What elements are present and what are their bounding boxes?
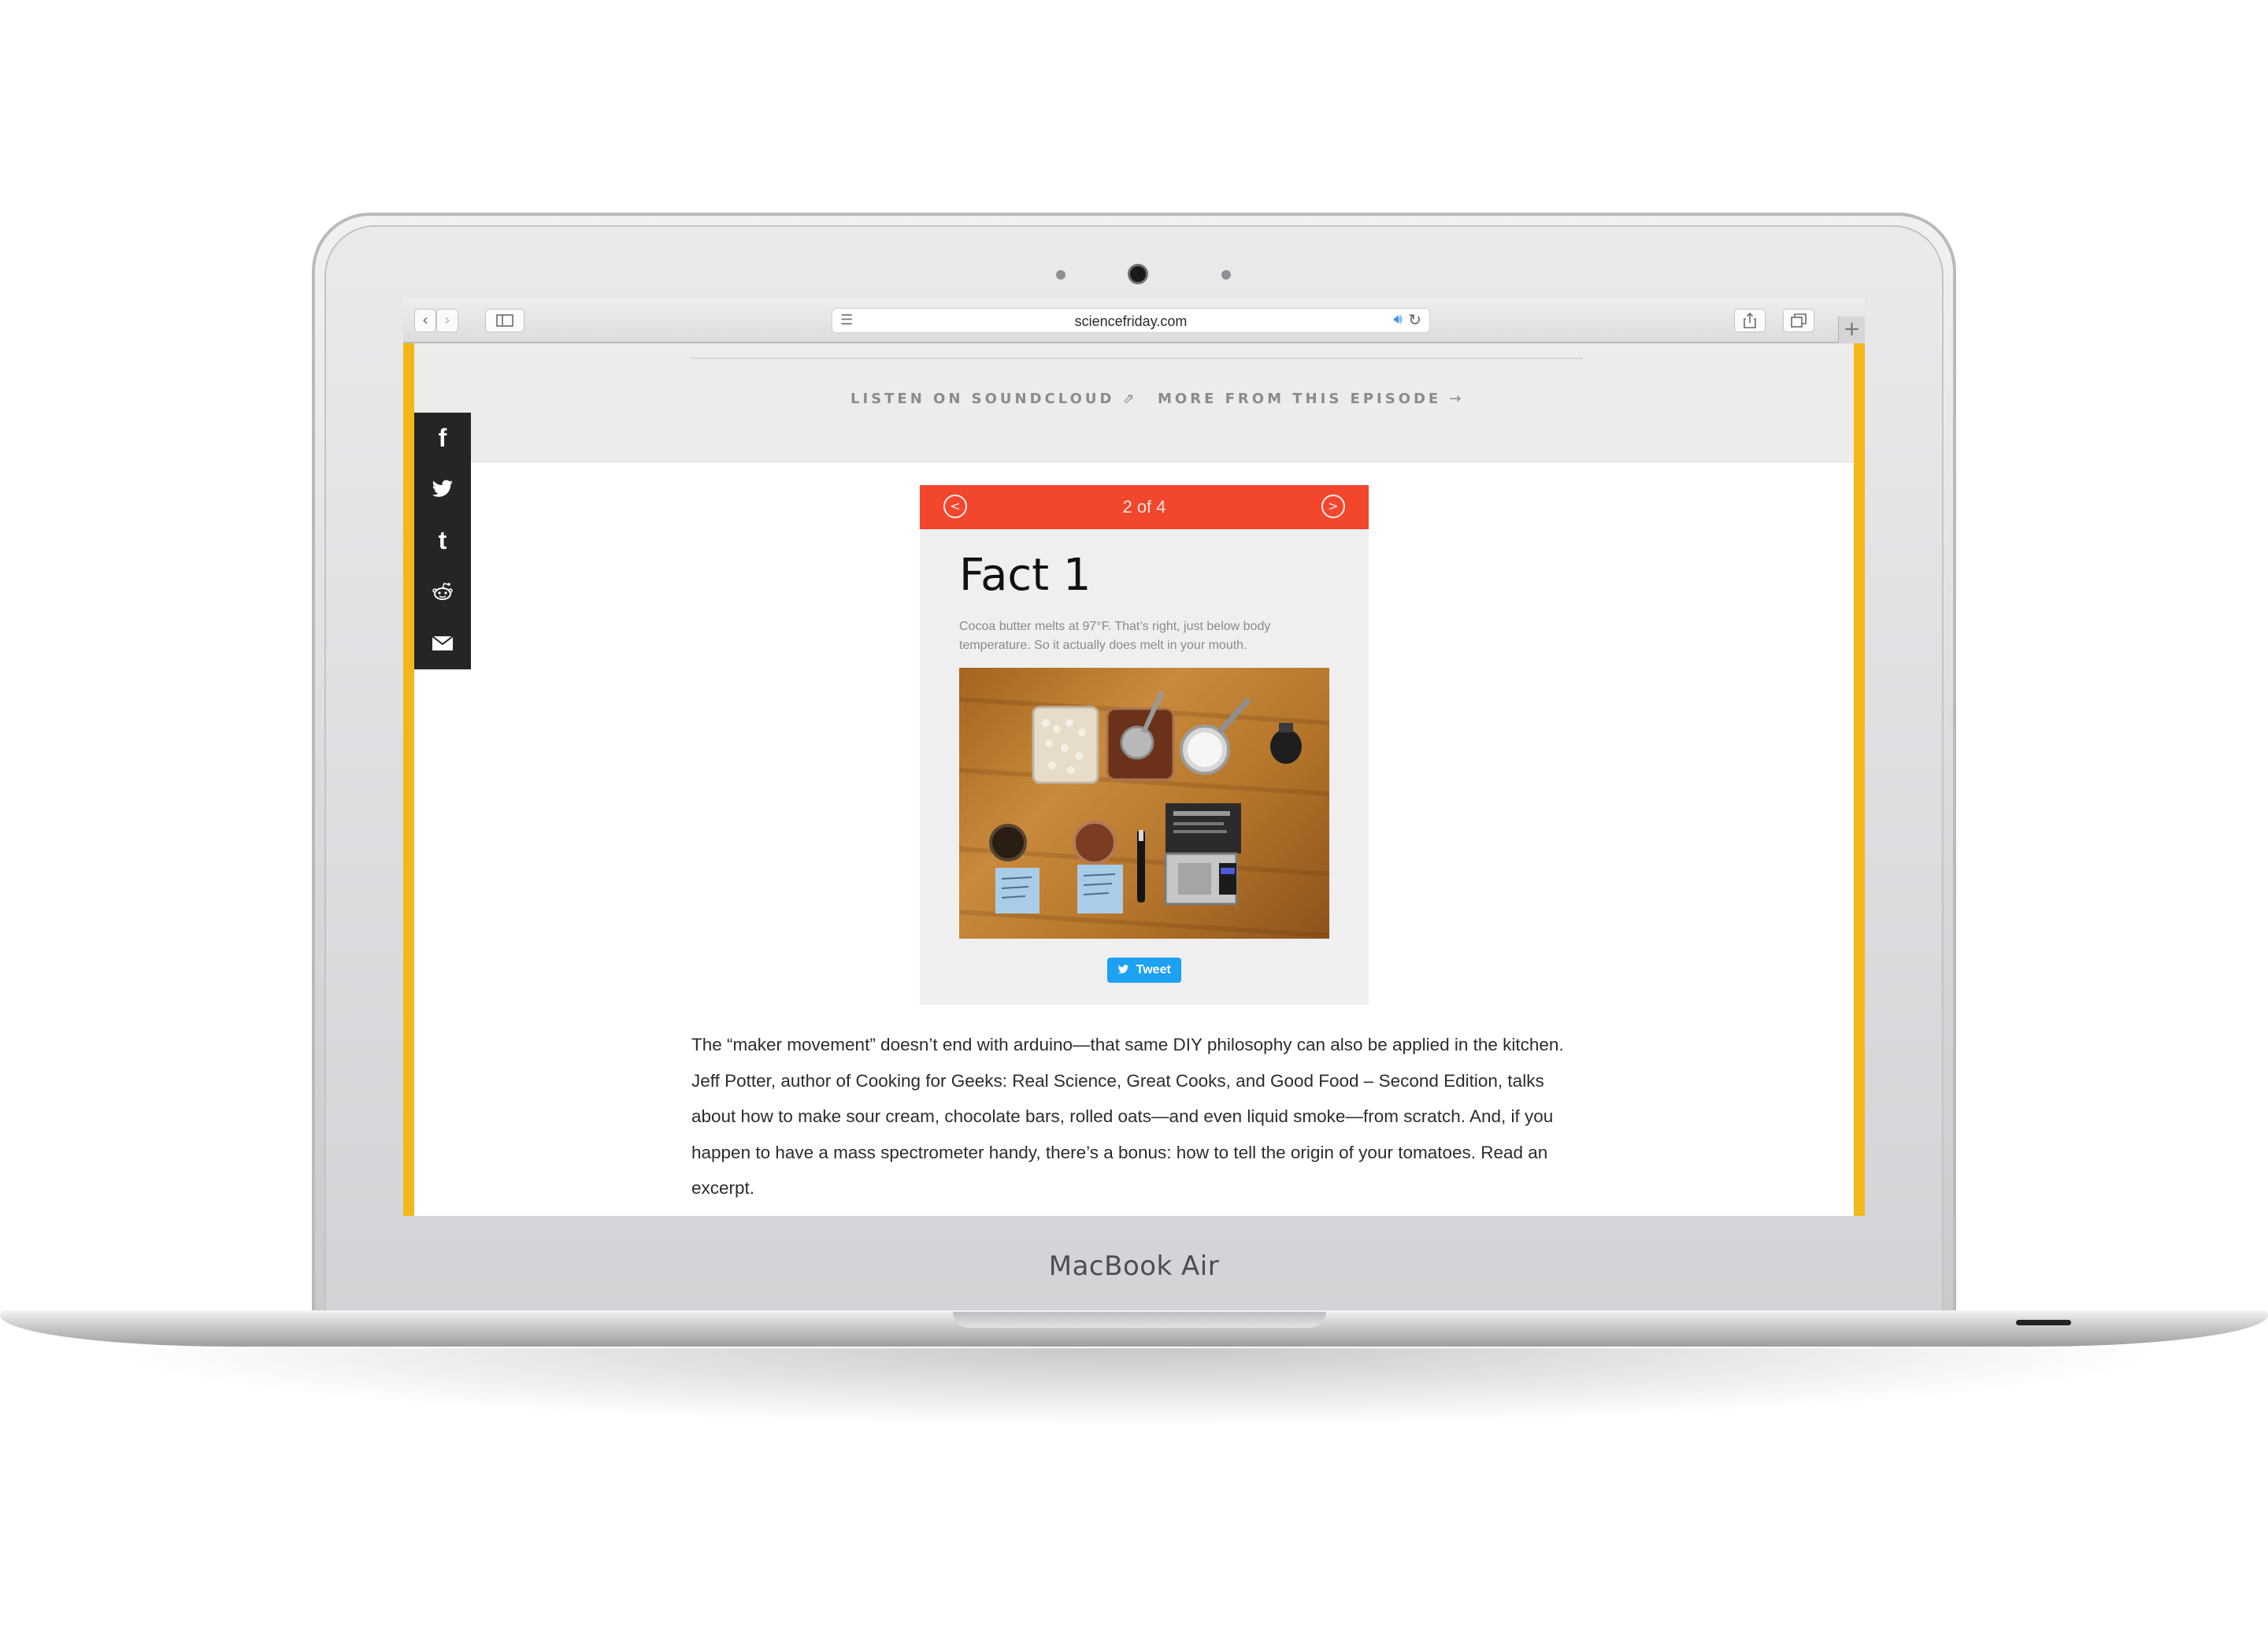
ingredients-photo (959, 668, 1329, 939)
tweet-button[interactable]: Tweet (1107, 958, 1181, 983)
twitter-icon (1117, 963, 1136, 976)
tabs-button[interactable] (1783, 309, 1814, 332)
usb-port (2016, 1320, 2071, 1325)
back-button[interactable]: ‹ (414, 309, 436, 332)
slideshow-header: < 2 of 4 > (920, 485, 1369, 529)
episode-bar: LISTEN ON SOUNDCLOUD ⇗ MORE FROM THIS EPI… (414, 343, 1854, 463)
chevron-left-icon: ‹ (422, 310, 428, 329)
fact-slideshow: < 2 of 4 > Fact 1 Cocoa butter melts at … (920, 485, 1369, 1005)
share-button[interactable] (1734, 309, 1766, 332)
next-slide-button[interactable]: > (1321, 495, 1345, 518)
sidebar-icon (496, 314, 513, 327)
article-paragraph: The “maker movement” doesn’t end with ar… (691, 1035, 1564, 1198)
listen-label: LISTEN ON SOUNDCLOUD (850, 391, 1115, 407)
divider (691, 358, 1583, 359)
share-icon (1744, 312, 1756, 328)
chevron-right-icon: › (444, 310, 450, 329)
tweet-label: Tweet (1136, 963, 1171, 976)
share-bar: f t (414, 413, 471, 669)
chevron-right-icon: > (1328, 498, 1339, 513)
fact-title: Fact 1 (959, 550, 1091, 601)
plus-icon: + (1843, 317, 1861, 341)
screen: ‹ › ☰ sciencefriday.com 🔊︎ ↻ + LISTEN ON… (403, 298, 1865, 1216)
speaker-icon[interactable]: 🔊︎ (1394, 311, 1403, 328)
model-label: MacBook Air (1048, 1251, 1220, 1282)
external-link-icon: ⇗ (1122, 391, 1135, 407)
listen-on-soundcloud-link[interactable]: LISTEN ON SOUNDCLOUD ⇗ (850, 391, 1135, 407)
address-bar[interactable]: ☰ sciencefriday.com 🔊︎ ↻ (832, 308, 1430, 333)
twitter-icon[interactable] (414, 464, 471, 515)
new-tab-button[interactable]: + (1838, 317, 1865, 343)
tumblr-icon[interactable]: t (414, 515, 471, 566)
sensor-dot (1221, 270, 1231, 280)
facebook-icon[interactable]: f (414, 413, 471, 464)
slide-counter: 2 of 4 (1122, 497, 1166, 517)
lid-notch (953, 1312, 1326, 1328)
reddit-icon[interactable] (414, 566, 471, 617)
sidebar-button[interactable] (485, 309, 524, 332)
camera-icon (1128, 264, 1148, 284)
tabs-icon (1791, 313, 1807, 328)
arrow-right-icon: → (1449, 391, 1462, 407)
forward-button[interactable]: › (436, 309, 458, 332)
more-from-episode-link[interactable]: MORE FROM THIS EPISODE → (1158, 391, 1461, 407)
sensor-dot (1056, 270, 1065, 280)
address-text: sciencefriday.com (1074, 313, 1188, 329)
reload-icon[interactable]: ↻ (1408, 310, 1421, 329)
email-icon[interactable] (414, 617, 471, 669)
browser-toolbar: ‹ › ☰ sciencefriday.com 🔊︎ ↻ + (403, 298, 1865, 343)
more-label: MORE FROM THIS EPISODE (1158, 391, 1442, 407)
laptop-shadow (94, 1348, 2174, 1427)
fact-body: Cocoa butter melts at 97°F. That’s right… (959, 620, 1271, 652)
web-page: LISTEN ON SOUNDCLOUD ⇗ MORE FROM THIS EPI… (403, 343, 1865, 1216)
